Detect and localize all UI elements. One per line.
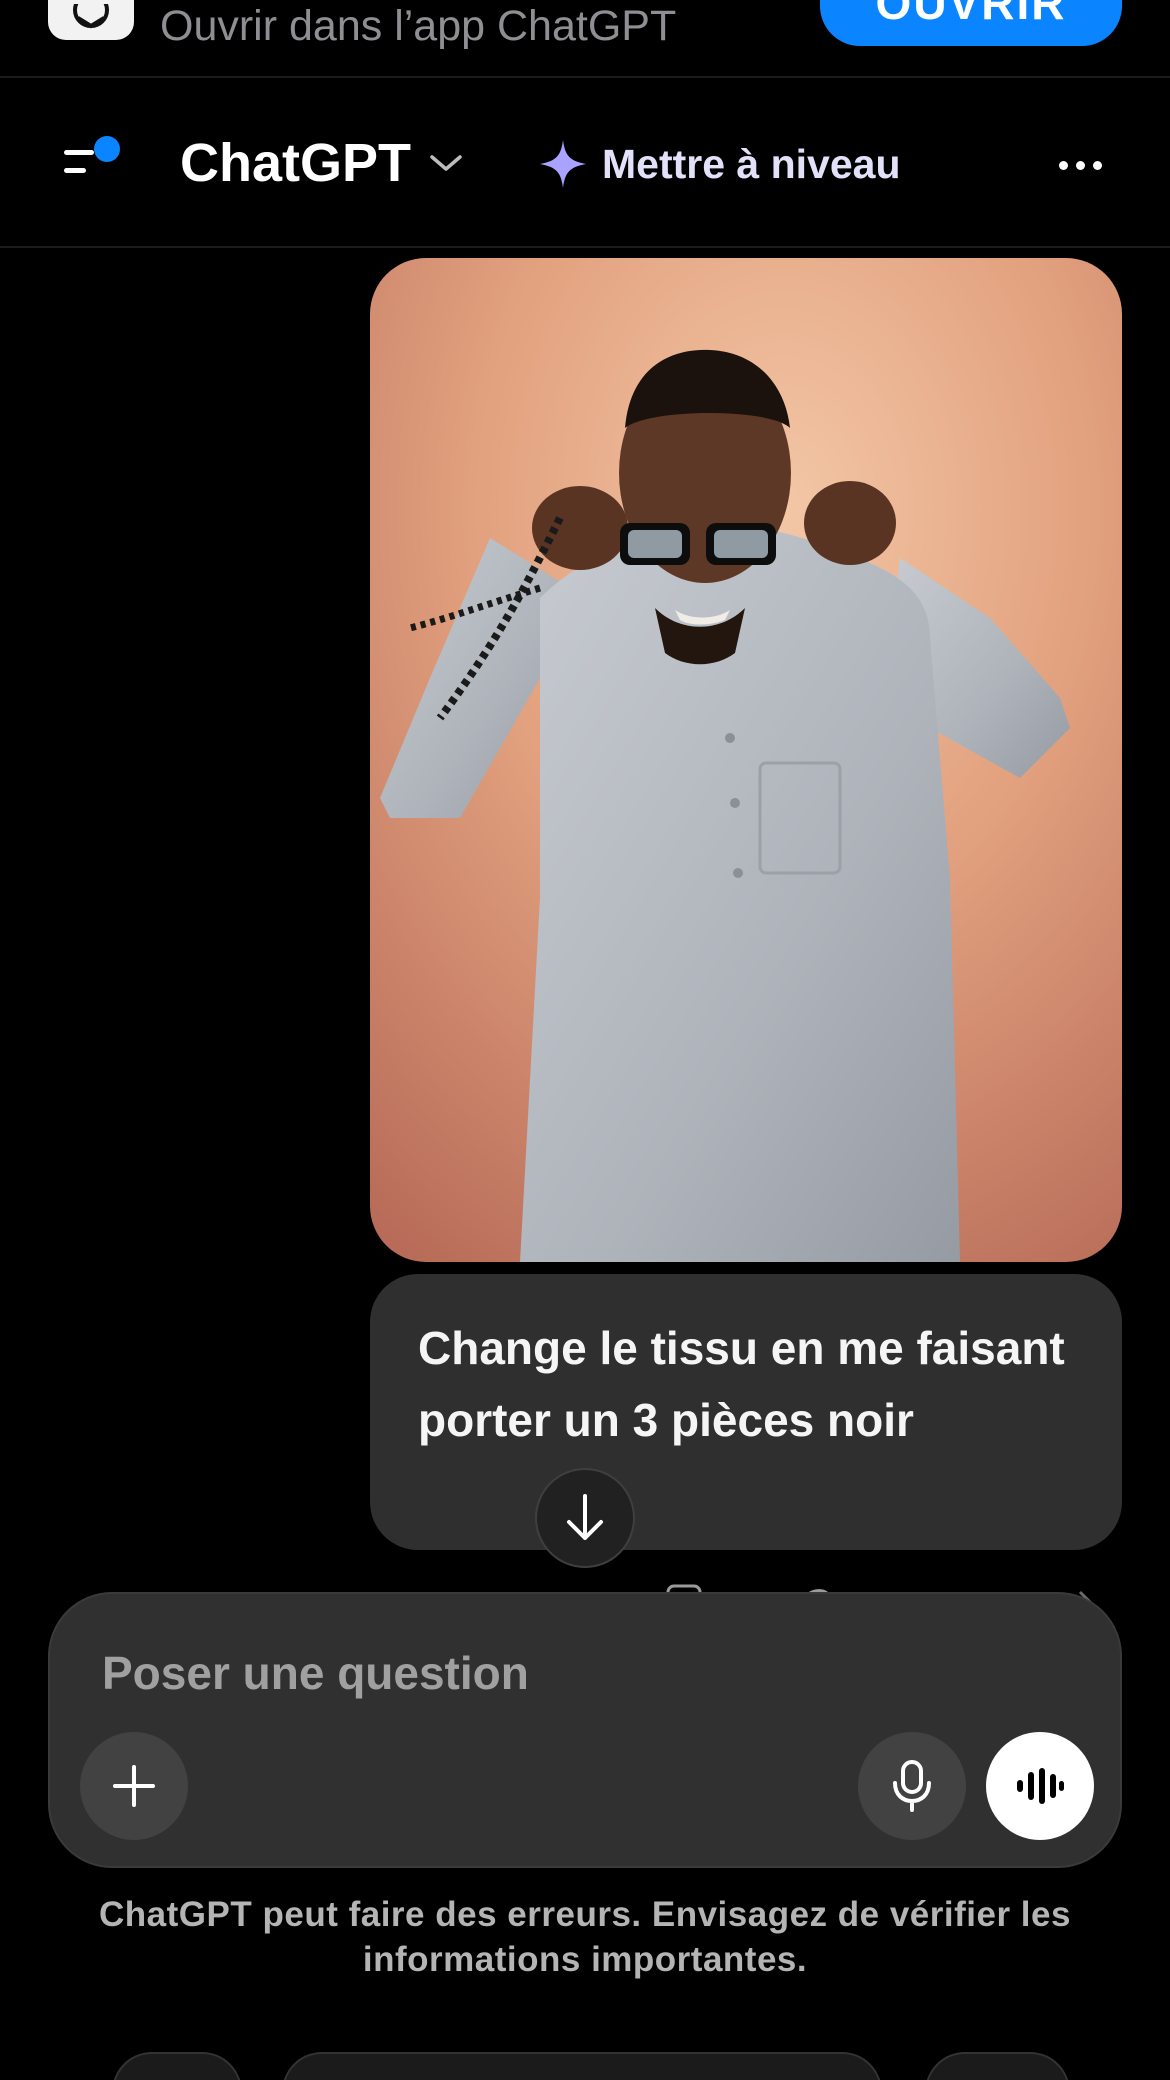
chatgpt-mobile-page: Ouvrir dans l’app ChatGPT OUVRIR ChatGPT… [0, 0, 1170, 2080]
arrow-down-icon [567, 1494, 603, 1540]
upgrade-button[interactable]: Mettre à niveau [538, 132, 901, 196]
notification-dot [94, 136, 120, 162]
bottom-toolbar-button-right[interactable] [925, 2052, 1070, 2080]
dictation-button[interactable] [858, 1732, 966, 1840]
upgrade-label: Mettre à niveau [602, 140, 901, 187]
disclaimer-line-1: ChatGPT peut faire des erreurs. Envisage… [99, 1895, 1071, 1934]
open-app-button[interactable]: OUVRIR [820, 0, 1122, 46]
menu-bar [64, 168, 86, 173]
more-dot [1058, 160, 1068, 170]
voice-mode-button[interactable] [986, 1732, 1094, 1840]
microphone-icon [893, 1760, 931, 1812]
disclaimer-text: ChatGPT peut faire des erreurs. Envisage… [60, 1892, 1110, 1982]
voice-mode-icon [1017, 1768, 1064, 1804]
open-in-app-text[interactable]: Ouvrir dans l’app ChatGPT [160, 2, 676, 51]
bottom-toolbar-button-center[interactable] [282, 2052, 882, 2080]
open-in-app-banner: Ouvrir dans l’app ChatGPT OUVRIR [0, 0, 1170, 78]
more-options-button[interactable] [1050, 150, 1110, 180]
chat-header: ChatGPT Mettre à niveau [0, 80, 1170, 248]
openai-logo-icon [48, 0, 134, 40]
attached-photo[interactable] [370, 258, 1122, 1262]
chevron-down-icon [430, 155, 462, 171]
sidebar-menu-button[interactable] [58, 128, 128, 198]
more-dot [1075, 160, 1085, 170]
scroll-to-bottom-button[interactable] [535, 1468, 635, 1568]
model-selector[interactable]: ChatGPT [180, 128, 463, 198]
user-message-bubble[interactable]: Change le tissu en me faisant porter un … [370, 1274, 1122, 1550]
more-dot [1092, 160, 1102, 170]
composer-input[interactable]: Poser une question [102, 1646, 529, 1700]
user-message-text: Change le tissu en me faisant porter un … [418, 1322, 1065, 1446]
disclaimer-line-2: informations importantes. [362, 1940, 808, 1979]
bottom-toolbar-button-left[interactable] [112, 2052, 242, 2080]
plus-icon [113, 1765, 155, 1807]
menu-bar [64, 150, 94, 155]
add-attachment-button[interactable] [80, 1732, 188, 1840]
model-title: ChatGPT [180, 133, 412, 193]
message-composer[interactable]: Poser une question [48, 1592, 1122, 1868]
sparkle-icon [540, 140, 586, 188]
